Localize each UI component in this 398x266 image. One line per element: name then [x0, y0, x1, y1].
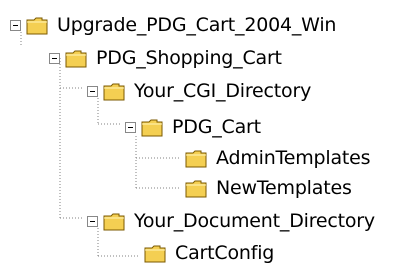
tree-node-pdg-shopping-cart[interactable]: PDG_Shopping_Cart — [49, 45, 282, 71]
tree-node-label: CartConfig — [175, 242, 275, 264]
folder-icon — [103, 83, 125, 100]
tree-node-label: PDG_Shopping_Cart — [96, 47, 282, 69]
tree-node-label: NewTemplates — [216, 177, 352, 199]
tree-node-upgrade-pdg-cart-2004-win[interactable]: Upgrade_PDG_Cart_2004_Win — [10, 12, 336, 38]
collapse-toggle-icon[interactable] — [49, 52, 60, 64]
collapse-toggle-icon[interactable] — [10, 19, 21, 31]
tree-node-label: Upgrade_PDG_Cart_2004_Win — [57, 14, 337, 36]
tree-node-label: PDG_Cart — [172, 116, 261, 138]
folder-tree: Upgrade_PDG_Cart_2004_Win PDG_Shopping_C… — [0, 0, 398, 266]
tree-node-label: AdminTemplates — [216, 147, 371, 169]
folder-icon — [141, 119, 163, 136]
folder-icon — [185, 150, 207, 167]
tree-node-pdg-cart[interactable]: PDG_Cart — [125, 114, 261, 140]
collapse-toggle-icon[interactable] — [87, 215, 98, 227]
collapse-toggle-icon[interactable] — [87, 85, 98, 97]
folder-icon — [65, 50, 87, 67]
folder-icon — [26, 17, 48, 34]
tree-node-your-cgi-directory[interactable]: Your_CGI_Directory — [87, 78, 311, 104]
tree-node-your-document-directory[interactable]: Your_Document_Directory — [87, 208, 375, 234]
collapse-toggle-icon[interactable] — [125, 121, 136, 133]
folder-icon — [144, 245, 166, 262]
tree-node-newtemplates[interactable]: NewTemplates — [185, 175, 352, 201]
tree-node-label: Your_CGI_Directory — [134, 80, 312, 102]
folder-icon — [103, 213, 125, 230]
folder-icon — [185, 180, 207, 197]
tree-node-label: Your_Document_Directory — [134, 210, 375, 232]
tree-node-cartconfig[interactable]: CartConfig — [144, 240, 274, 266]
tree-node-admintemplates[interactable]: AdminTemplates — [185, 145, 371, 171]
